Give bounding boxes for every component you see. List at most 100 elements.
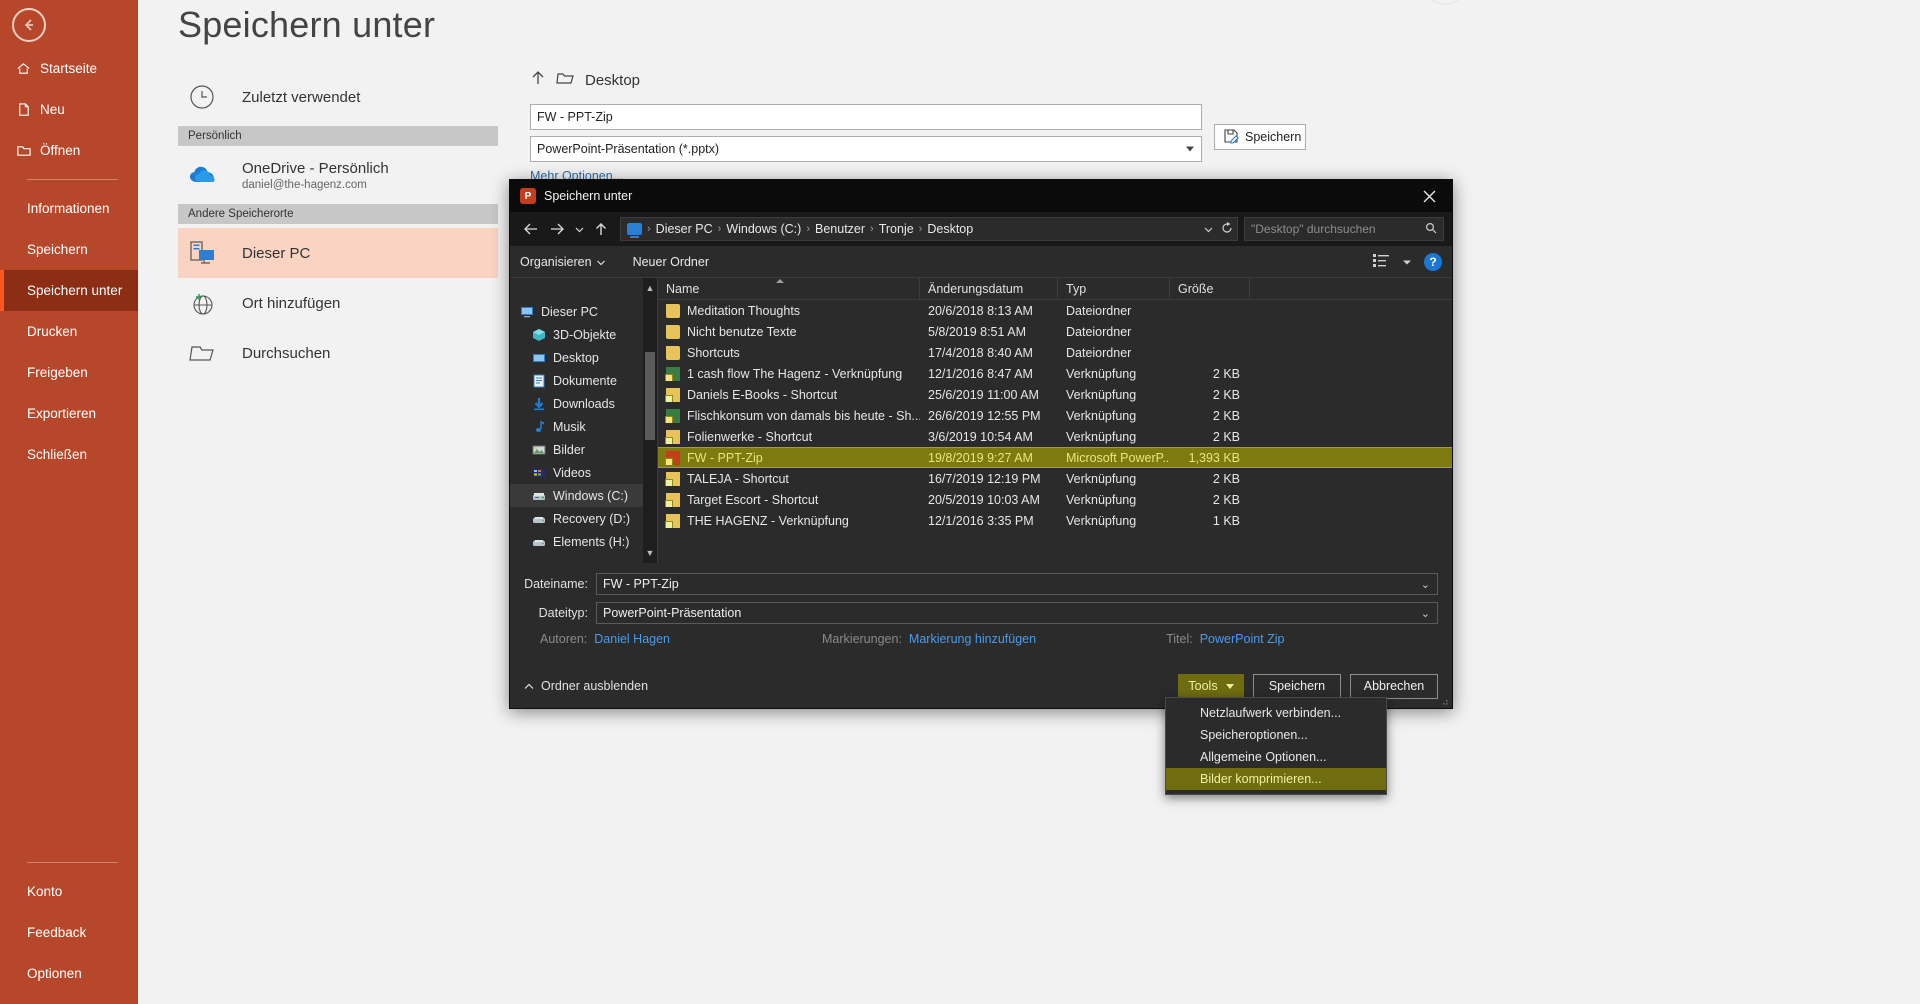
table-row[interactable]: Daniels E-Books - Shortcut 25/6/2019 11:… <box>658 384 1452 405</box>
sidebar-item-speichern-unter[interactable]: Speichern unter <box>0 270 138 311</box>
filetype-select[interactable]: PowerPoint-Präsentation (*.pptx) <box>530 136 1202 162</box>
file-type: Microsoft PowerP... <box>1066 450 1170 465</box>
tree-item-desktop[interactable]: Desktop <box>510 346 657 369</box>
tree-item-recovery-d[interactable]: Recovery (D:) <box>510 507 657 530</box>
table-row[interactable]: TALEJA - Shortcut 16/7/2019 12:19 PM Ver… <box>658 468 1452 489</box>
sidebar-item-optionen[interactable]: Optionen <box>0 953 138 994</box>
help-icon[interactable]: ? <box>1424 252 1442 271</box>
tree-item-windows-c[interactable]: Windows (C:) <box>510 484 657 507</box>
chevron-down-icon[interactable]: ▼ <box>643 545 657 561</box>
place-add[interactable]: Ort hinzufügen <box>178 278 498 328</box>
sidebar-item-label: Speichern unter <box>27 283 123 298</box>
breadcrumb-item[interactable]: Dieser PC <box>652 222 717 236</box>
sidebar-item-freigeben[interactable]: Freigeben <box>0 352 138 393</box>
place-onedrive[interactable]: OneDrive - Persönlich daniel@the-hagenz.… <box>178 150 498 200</box>
dialog-filetype-select[interactable]: PowerPoint-Präsentation ⌄ <box>596 602 1438 624</box>
tree-item-dokumente[interactable]: Dokumente <box>510 369 657 392</box>
table-row[interactable]: Meditation Thoughts 20/6/2018 8:13 AM Da… <box>658 300 1452 321</box>
chevron-down-icon[interactable]: ⌄ <box>1421 578 1430 591</box>
tree-item-downloads[interactable]: Downloads <box>510 392 657 415</box>
menu-item-label: Speicheroptionen... <box>1200 728 1308 742</box>
up-arrow-icon[interactable] <box>588 216 614 242</box>
tree-item-musik[interactable]: Musik <box>510 415 657 438</box>
scrollbar-thumb[interactable] <box>645 352 655 440</box>
recent-locations-chevron-down-icon[interactable] <box>570 216 588 242</box>
title-value[interactable]: PowerPoint Zip <box>1200 632 1285 646</box>
menu-item-allgemeine-optionen[interactable]: Allgemeine Optionen... <box>1166 746 1386 768</box>
sidebar-item-oeffnen[interactable]: Öffnen <box>0 130 138 171</box>
up-arrow-icon[interactable] <box>530 69 546 91</box>
sidebar-item-neu[interactable]: Neu <box>0 89 138 130</box>
resize-grip-icon[interactable] <box>1439 695 1449 705</box>
breadcrumb-chevron-down-icon[interactable] <box>1204 222 1213 236</box>
forward-arrow-icon[interactable] <box>544 216 570 242</box>
column-header-type[interactable]: Typ <box>1058 277 1170 300</box>
authors-value[interactable]: Daniel Hagen <box>594 632 670 646</box>
table-row[interactable]: THE HAGENZ - Verknüpfung 12/1/2016 3:35 … <box>658 510 1452 531</box>
view-chevron-down-icon[interactable] <box>1402 255 1412 269</box>
cancel-button[interactable]: Abbrechen <box>1350 673 1438 699</box>
tree-item-videos[interactable]: Videos <box>510 461 657 484</box>
breadcrumb-item[interactable]: Tronje <box>875 222 918 236</box>
menu-item-label: Bilder komprimieren... <box>1200 772 1322 786</box>
place-recent[interactable]: Zuletzt verwendet <box>178 72 498 122</box>
table-row[interactable]: Target Escort - Shortcut 20/5/2019 10:03… <box>658 489 1452 510</box>
sidebar-item-informationen[interactable]: Informationen <box>0 188 138 229</box>
tree-item-dieser-pc[interactable]: Dieser PC <box>510 300 657 323</box>
sidebar-item-schliessen[interactable]: Schließen <box>0 434 138 475</box>
dialog-filename-input[interactable]: FW - PPT-Zip ⌄ <box>596 573 1438 595</box>
hide-folders-button[interactable]: Ordner ausblenden <box>524 679 648 693</box>
new-folder-button[interactable]: Neuer Ordner <box>633 255 709 269</box>
table-row[interactable]: Folienwerke - Shortcut 3/6/2019 10:54 AM… <box>658 426 1452 447</box>
backstage-places-column: Zuletzt verwendet Persönlich OneDrive - … <box>178 72 498 378</box>
chevron-down-icon[interactable]: ⌄ <box>1421 607 1430 620</box>
file-name: Nicht benutze Texte <box>687 324 797 339</box>
desktop-icon <box>532 351 546 365</box>
table-row[interactable]: Flischkonsum von damals bis heute - Sh..… <box>658 405 1452 426</box>
table-row[interactable]: Shortcuts 17/4/2018 8:40 AM Dateiordner <box>658 342 1452 363</box>
backstage-save-button[interactable]: Speichern <box>1214 124 1306 150</box>
sidebar-item-label: Startseite <box>40 61 98 76</box>
menu-item-speicheroptionen[interactable]: Speicheroptionen... <box>1166 724 1386 746</box>
chevron-up-icon[interactable]: ▲ <box>643 280 657 296</box>
save-button[interactable]: Speichern <box>1253 673 1341 699</box>
table-row-selected[interactable]: FW - PPT-Zip 19/8/2019 9:27 AM Microsoft… <box>658 447 1452 468</box>
sidebar-item-konto[interactable]: Konto <box>0 871 138 912</box>
file-size: 2 KB <box>1212 408 1240 423</box>
back-button[interactable] <box>12 8 46 42</box>
tools-button[interactable]: Tools <box>1178 673 1244 699</box>
column-header-name[interactable]: Name <box>658 277 920 300</box>
tree-item-elements-h[interactable]: Elements (H:) <box>510 530 657 553</box>
breadcrumb-item[interactable]: Windows (C:) <box>722 222 805 236</box>
refresh-icon[interactable] <box>1221 221 1233 237</box>
close-icon[interactable] <box>1406 180 1452 212</box>
sidebar-item-feedback[interactable]: Feedback <box>0 912 138 953</box>
chevron-down-icon <box>1225 683 1234 689</box>
sidebar-item-startseite[interactable]: Startseite <box>0 48 138 89</box>
place-browse[interactable]: Durchsuchen <box>178 328 498 378</box>
organize-button[interactable]: Organisieren <box>520 255 605 269</box>
breadcrumb-item[interactable]: Desktop <box>923 222 977 236</box>
place-dieser-pc[interactable]: Dieser PC <box>178 228 498 278</box>
column-header-date[interactable]: Änderungsdatum <box>920 277 1058 300</box>
sidebar-item-drucken[interactable]: Drucken <box>0 311 138 352</box>
view-list-icon[interactable] <box>1373 253 1390 270</box>
dialog-title-bar: P Speichern unter <box>510 180 1452 212</box>
breadcrumb-item[interactable]: Benutzer <box>811 222 869 236</box>
sidebar-item-exportieren[interactable]: Exportieren <box>0 393 138 434</box>
search-input[interactable]: "Desktop" durchsuchen <box>1244 217 1444 241</box>
column-header-size[interactable]: Größe <box>1170 277 1250 300</box>
menu-item-netzlaufwerk-verbinden[interactable]: Netzlaufwerk verbinden... <box>1166 702 1386 724</box>
back-arrow-icon[interactable] <box>518 216 544 242</box>
sidebar-item-speichern[interactable]: Speichern <box>0 229 138 270</box>
breadcrumb[interactable]: › Dieser PC › Windows (C:) › Benutzer › … <box>620 217 1238 241</box>
menu-item-bilder-komprimieren[interactable]: Bilder komprimieren... <box>1166 768 1386 790</box>
tags-value[interactable]: Markierung hinzufügen <box>909 632 1036 646</box>
table-row[interactable]: 1 cash flow The Hagenz - Verknüpfung 12/… <box>658 363 1452 384</box>
tree-item-bilder[interactable]: Bilder <box>510 438 657 461</box>
filename-input[interactable]: FW - PPT-Zip <box>530 104 1202 130</box>
file-size: 1 KB <box>1212 513 1240 528</box>
tree-item-3d-objekte[interactable]: 3D-Objekte <box>510 323 657 346</box>
table-row[interactable]: Nicht benutze Texte 5/8/2019 8:51 AM Dat… <box>658 321 1452 342</box>
tree-scrollbar[interactable]: ▲ ▼ <box>643 278 657 563</box>
